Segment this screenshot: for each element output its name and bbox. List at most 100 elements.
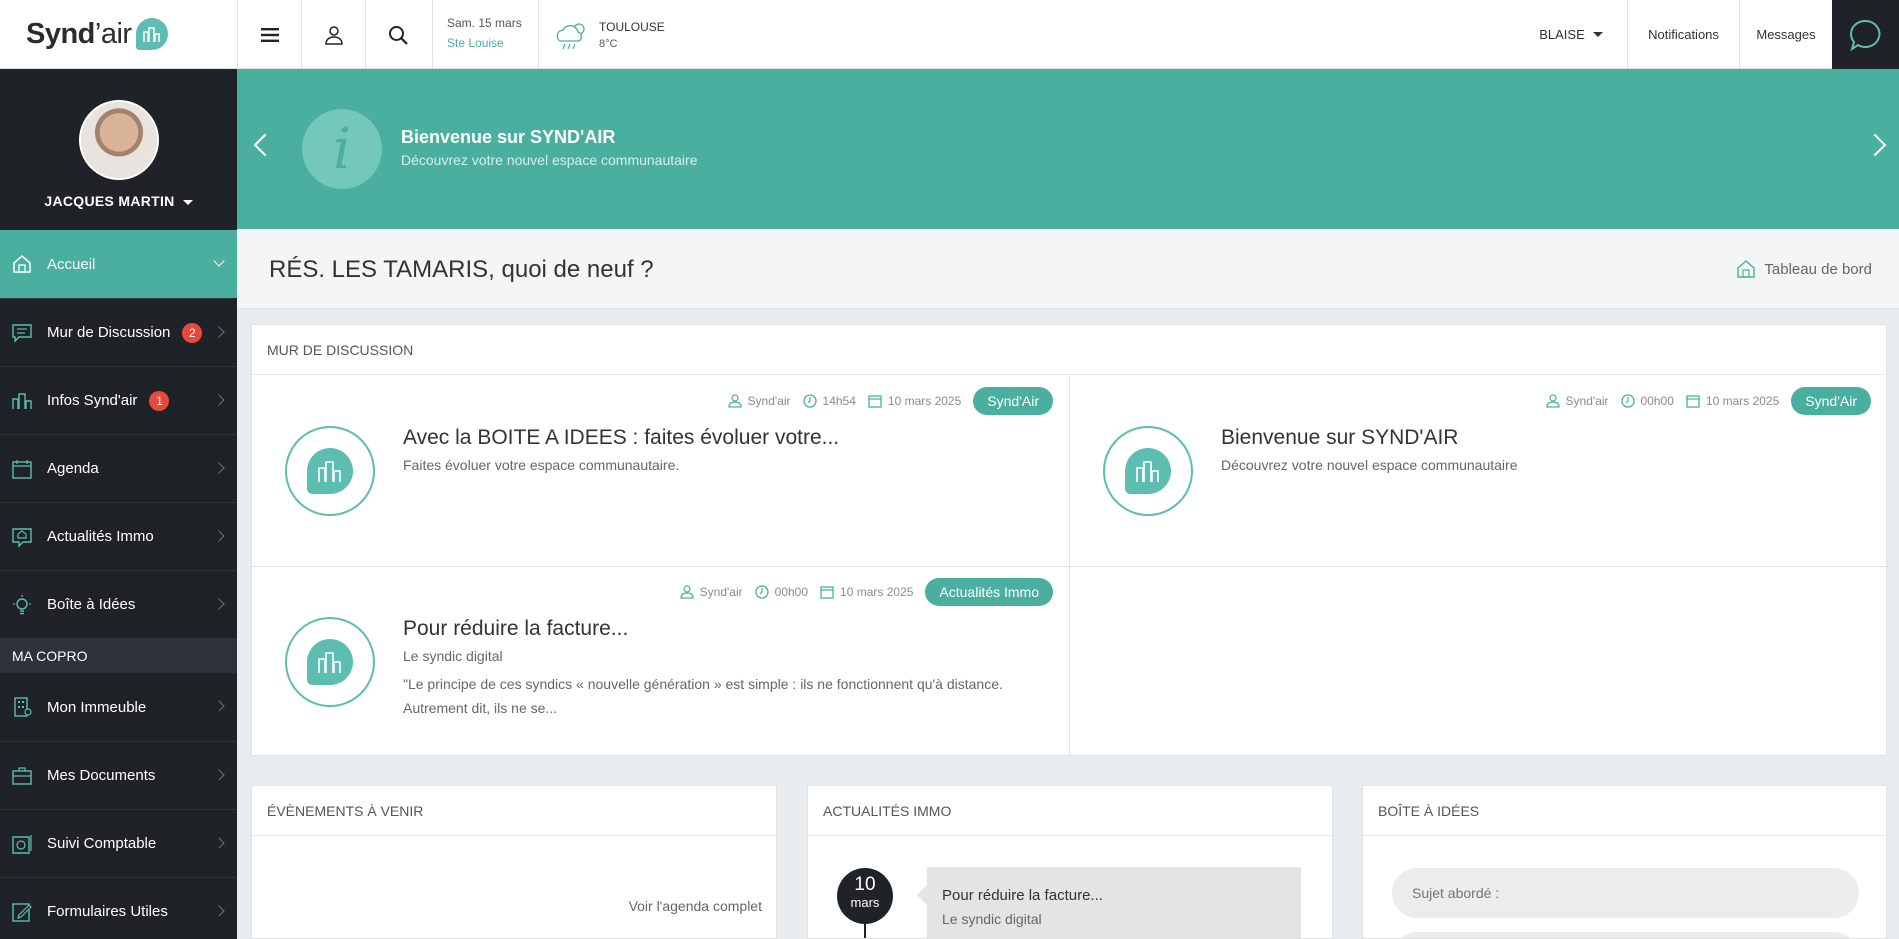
sidebar-profile: JACQUES MARTIN [0, 69, 237, 230]
chat-button[interactable] [1832, 0, 1899, 69]
chat-bubble-icon [1849, 19, 1880, 51]
carousel-prev-icon[interactable] [253, 133, 277, 157]
sidebar-item-label: Mur de Discussion [47, 324, 171, 341]
post-subtitle: Découvrez votre nouvel espace communauta… [1221, 457, 1518, 473]
post-time: 14h54 [822, 394, 856, 408]
sidebar-item-boite-a-idees[interactable]: Boîte à Idées [0, 570, 237, 638]
sidebar-item-formulaires-utiles[interactable]: Formulaires Utiles [0, 877, 237, 939]
post-excerpt: "Le principe de ces syndics « nouvelle g… [403, 676, 1003, 716]
search-button[interactable] [365, 0, 429, 69]
menu-icon [260, 27, 279, 42]
chevron-down-icon [213, 255, 225, 267]
discussion-panel: MUR DE DISCUSSION Synd'air 14h54 10 mars… [251, 324, 1888, 757]
cloud-rain-icon [556, 22, 585, 49]
post-date: 10 mars 2025 [840, 585, 914, 599]
idea-subject-input[interactable] [1392, 868, 1859, 918]
sidebar-item-label: Actualités Immo [47, 528, 154, 545]
sidebar: JACQUES MARTIN Accueil Mur de Discussion… [0, 69, 237, 939]
chevron-right-icon [213, 836, 225, 849]
brand-name: Synd’air [26, 17, 132, 50]
post-title[interactable]: Avec la BOITE A IDEES : faites évoluer v… [403, 426, 839, 450]
sidebar-item-actualites-immo[interactable]: Actualités Immo [0, 502, 237, 570]
accounting-icon [12, 834, 32, 854]
sidebar-item-mon-immeuble[interactable]: Mon Immeuble [0, 673, 237, 741]
post-date: 10 mars 2025 [1705, 394, 1780, 408]
post-time: 00h00 [774, 585, 809, 599]
clock-icon [754, 585, 769, 599]
profile-name-menu[interactable]: JACQUES MARTIN [0, 193, 237, 209]
full-agenda-link[interactable]: Voir l'agenda complet [629, 898, 762, 914]
sidebar-item-label: Formulaires Utiles [47, 903, 168, 920]
sidebar-item-accueil[interactable]: Accueil [0, 230, 237, 298]
post-title[interactable]: Bienvenue sur SYND'AIR [1221, 426, 1458, 450]
post-title[interactable]: Pour réduire la facture... [403, 617, 628, 641]
panel-title: ÉVÈNEMENTS À VENIR [252, 786, 776, 836]
banner-title: Bienvenue sur SYND'AIR [401, 127, 616, 147]
syndair-bubble-icon [307, 639, 353, 685]
sidebar-item-label: Boîte à Idées [47, 596, 136, 613]
sidebar-item-label: Infos Synd'air [47, 392, 138, 409]
form-icon [12, 902, 32, 922]
sidebar-item-label: Accueil [47, 255, 96, 273]
calendar-icon [868, 395, 882, 408]
sidebar-item-agenda[interactable]: Agenda [0, 434, 237, 502]
sidebar-item-mes-documents[interactable]: Mes Documents [0, 741, 237, 809]
current-date: Sam. 15 mars [447, 16, 522, 30]
discussion-post[interactable]: Synd'air 14h54 10 mars 2025 Synd'Air Ave… [252, 376, 1069, 566]
sidebar-item-suivi-comptable[interactable]: Suivi Comptable [0, 809, 237, 877]
post-date: 10 mars 2025 [887, 394, 962, 408]
panel-title: MUR DE DISCUSSION [252, 325, 1886, 375]
brand-logo[interactable]: Synd’air [26, 16, 168, 52]
news-card[interactable]: Pour réduire la facture... Le syndic dig… [917, 867, 1301, 938]
post-tag[interactable]: Actualités Immo [925, 578, 1053, 606]
discussion-post[interactable]: Synd'air 00h00 10 mars 2025 Actualités I… [252, 567, 1069, 757]
post-author: Synd'air [747, 394, 791, 408]
post-tag[interactable]: Synd'Air [973, 387, 1053, 415]
chevron-right-icon [213, 700, 225, 712]
page-header: RÉS. LES TAMARIS, quoi de neuf ? Tableau… [237, 229, 1899, 309]
post-meta: Synd'air 00h00 10 mars 2025 Actualités I… [680, 578, 1053, 606]
user-menu[interactable]: BLAISE [1515, 0, 1627, 69]
post-author: Synd'air [699, 585, 743, 599]
chevron-right-icon [213, 461, 225, 474]
news-month: mars [850, 895, 880, 910]
news-date-badge: 10 mars [837, 868, 893, 924]
post-meta: Synd'air 14h54 10 mars 2025 Synd'Air [727, 387, 1053, 415]
caret-down-icon [1592, 32, 1603, 37]
messages-link[interactable]: Messages [1739, 0, 1832, 69]
clock-icon [802, 394, 817, 408]
profile-button[interactable] [301, 0, 365, 69]
user-icon [324, 25, 343, 45]
home-icon [13, 255, 31, 273]
carousel-next-icon[interactable] [1863, 133, 1887, 157]
chevron-right-icon [213, 597, 225, 610]
discussion-post[interactable]: Synd'air 00h00 10 mars 2025 Synd'Air Bie… [1070, 376, 1887, 566]
idea-message-input[interactable] [1392, 932, 1859, 938]
sidebar-item-mur-de-discussion[interactable]: Mur de Discussion 2 [0, 298, 237, 366]
news-day: 10 [854, 874, 876, 895]
post-tag[interactable]: Synd'Air [1791, 387, 1871, 415]
chevron-right-icon [213, 768, 225, 781]
dashboard-link[interactable]: Tableau de bord [1736, 259, 1872, 279]
chevron-right-icon [213, 904, 225, 917]
brand-bubble-icon [135, 18, 168, 50]
avatar[interactable] [78, 100, 159, 180]
sidebar-section-ma-copro: MA COPRO [0, 638, 237, 673]
notifications-link[interactable]: Notifications [1627, 0, 1739, 69]
post-subtitle: Le syndic digital [403, 648, 503, 664]
post-avatar [1103, 426, 1193, 516]
info-icon: i [302, 109, 382, 189]
user-icon [727, 394, 742, 408]
post-avatar [285, 617, 375, 707]
post-avatar [285, 426, 375, 516]
briefcase-icon [12, 766, 32, 785]
caret-down-icon [182, 199, 193, 205]
date-widget: Sam. 15 mars Ste Louise [432, 0, 538, 69]
panel-title: ACTUALITÉS IMMO [808, 786, 1332, 836]
sidebar-item-infos-syndair[interactable]: Infos Synd'air 1 [0, 366, 237, 434]
lightbulb-icon [13, 594, 31, 614]
menu-button[interactable] [237, 0, 301, 69]
news-icon [12, 527, 32, 548]
home-icon [1737, 260, 1756, 278]
chevron-right-icon [213, 529, 225, 542]
